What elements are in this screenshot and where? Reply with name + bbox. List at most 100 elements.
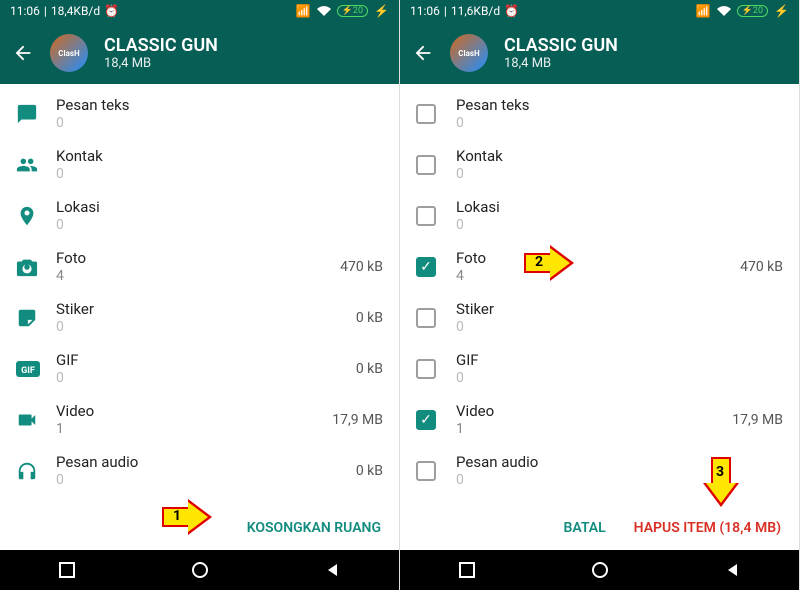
alarm-icon: ⏰ (504, 4, 519, 18)
video-icon (16, 409, 56, 431)
list-item[interactable]: Pesan audio00 kB (0, 445, 399, 496)
row-label: GIF (56, 351, 356, 369)
row-count: 4 (56, 268, 340, 284)
list-item[interactable]: Lokasi0 (0, 190, 399, 241)
screen-left: 11:06 | 18,4KB/d ⏰ 📶 ⚡20 ⚡ ClasH CLASSIC… (0, 0, 400, 590)
list-item[interactable]: Lokasi0 (400, 190, 799, 241)
list-item[interactable]: ✓Foto4470 kB (400, 241, 799, 292)
checkbox[interactable] (416, 308, 456, 328)
row-size: 17,9 MB (332, 412, 383, 428)
checkbox[interactable] (416, 461, 456, 481)
row-label: Kontak (456, 147, 783, 165)
list-item[interactable]: Stiker00 kB (0, 292, 399, 343)
storage-list: Pesan teks0Kontak0Lokasi0✓Foto4470 kBSti… (400, 84, 799, 506)
avatar[interactable]: ClasH (50, 34, 88, 72)
charging-icon: ⚡ (374, 4, 389, 18)
nav-home-icon[interactable] (190, 560, 210, 580)
row-count: 0 (56, 472, 356, 488)
row-count: 0 (456, 370, 783, 386)
status-time: 11:06 (10, 4, 40, 18)
row-count: 0 (456, 115, 783, 131)
row-label: GIF (456, 351, 783, 369)
row-label: Pesan teks (56, 96, 383, 114)
row-label: Pesan audio (456, 453, 783, 471)
free-space-button[interactable]: KOSONGKAN RUANG (247, 520, 381, 536)
nav-recent-icon[interactable] (57, 560, 77, 580)
signal-icon: 📶 (696, 4, 711, 18)
android-navbar (0, 550, 399, 590)
battery-indicator: ⚡20 (737, 5, 768, 17)
delete-item-button[interactable]: HAPUS ITEM (18,4 MB) (634, 520, 781, 536)
nav-back-icon[interactable] (323, 560, 343, 580)
nav-home-icon[interactable] (590, 560, 610, 580)
list-item[interactable]: Kontak0 (400, 139, 799, 190)
row-count: 0 (56, 166, 383, 182)
row-label: Lokasi (456, 198, 783, 216)
checkbox[interactable] (416, 155, 456, 175)
list-item[interactable]: GIFGIF00 kB (0, 343, 399, 394)
list-item[interactable]: Stiker0 (400, 292, 799, 343)
wifi-icon (717, 6, 731, 16)
photo-icon (16, 256, 56, 278)
row-label: Pesan teks (456, 96, 783, 114)
signal-icon: 📶 (296, 4, 311, 18)
svg-text:GIF: GIF (21, 366, 35, 376)
list-item[interactable]: Video117,9 MB (0, 394, 399, 445)
back-icon[interactable] (412, 42, 434, 64)
list-item[interactable]: Dokumen00 kB (0, 496, 399, 506)
page-subtitle: 18,4 MB (104, 56, 218, 71)
android-navbar (400, 550, 799, 590)
row-size: 0 kB (356, 361, 383, 377)
checkbox[interactable]: ✓ (416, 410, 456, 430)
list-item[interactable]: ✓Video117,9 MB (400, 394, 799, 445)
checkbox[interactable] (416, 359, 456, 379)
alarm-icon: ⏰ (104, 4, 119, 18)
message-icon (16, 103, 56, 125)
list-item[interactable]: Dokumen0 (400, 496, 799, 506)
cancel-button[interactable]: BATAL (563, 520, 605, 536)
nav-recent-icon[interactable] (457, 560, 477, 580)
row-count: 0 (456, 319, 783, 335)
checkbox[interactable] (416, 206, 456, 226)
list-item[interactable]: Foto4470 kB (0, 241, 399, 292)
status-time: 11:06 (410, 4, 440, 18)
back-icon[interactable] (12, 42, 34, 64)
row-size: 17,9 MB (732, 412, 783, 428)
list-item[interactable]: GIF0 (400, 343, 799, 394)
row-count: 0 (56, 115, 383, 131)
wifi-icon (317, 6, 331, 16)
row-label: Kontak (56, 147, 383, 165)
footer-actions: BATAL HAPUS ITEM (18,4 MB) (400, 506, 799, 550)
nav-back-icon[interactable] (723, 560, 743, 580)
audio-icon (16, 460, 56, 482)
row-label: Video (456, 402, 732, 420)
row-count: 0 (456, 472, 783, 488)
checkbox[interactable]: ✓ (416, 257, 456, 277)
status-bar: 11:06 | 11,6KB/d ⏰ 📶 ⚡20 ⚡ (400, 0, 799, 22)
list-item[interactable]: Kontak0 (0, 139, 399, 190)
status-speed: 11,6KB/d (451, 4, 500, 18)
row-count: 0 (56, 217, 383, 233)
row-count: 0 (456, 217, 783, 233)
row-label: Stiker (56, 300, 356, 318)
row-count: 1 (456, 421, 732, 437)
page-subtitle: 18,4 MB (504, 56, 618, 71)
list-item[interactable]: Pesan audio0 (400, 445, 799, 496)
gif-icon: GIF (16, 361, 56, 377)
checkbox[interactable] (416, 104, 456, 124)
row-count: 1 (56, 421, 332, 437)
row-label: Lokasi (56, 198, 383, 216)
storage-list: Pesan teks0Kontak0Lokasi0Foto4470 kBStik… (0, 84, 399, 506)
battery-indicator: ⚡20 (337, 5, 368, 17)
status-bar: 11:06 | 18,4KB/d ⏰ 📶 ⚡20 ⚡ (0, 0, 399, 22)
row-label: Pesan audio (56, 453, 356, 471)
charging-icon: ⚡ (774, 4, 789, 18)
row-size: 470 kB (740, 259, 783, 275)
row-label: Stiker (456, 300, 783, 318)
row-count: 0 (56, 319, 356, 335)
row-size: 470 kB (340, 259, 383, 275)
page-title: CLASSIC GUN (504, 35, 618, 56)
list-item[interactable]: Pesan teks0 (0, 88, 399, 139)
list-item[interactable]: Pesan teks0 (400, 88, 799, 139)
avatar[interactable]: ClasH (450, 34, 488, 72)
